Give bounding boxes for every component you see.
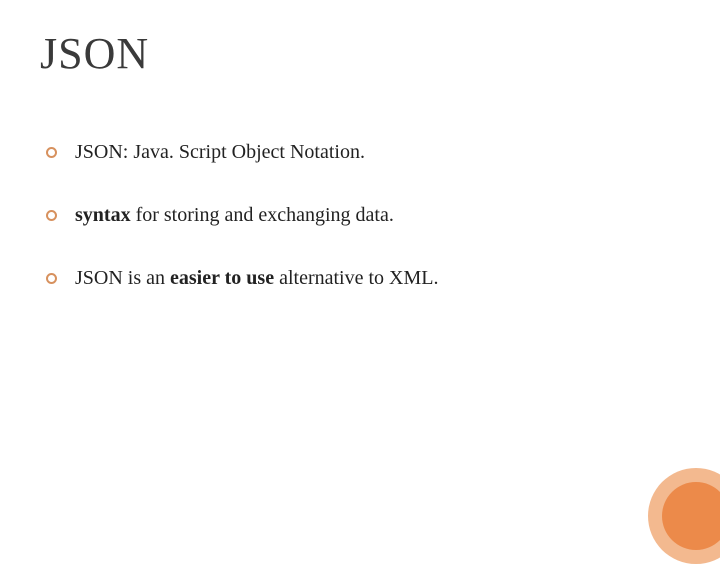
list-item: JSON: Java. Script Object Notation. — [46, 139, 680, 166]
bullet-list: JSON: Java. Script Object Notation. synt… — [46, 139, 680, 292]
list-item: JSON is an easier to use alternative to … — [46, 265, 680, 292]
bullet-ring-icon — [46, 147, 57, 158]
bullet-text: JSON: Java. Script Object Notation. — [75, 139, 365, 166]
slide: JSON JSON: Java. Script Object Notation.… — [0, 0, 720, 540]
bullet-ring-icon — [46, 273, 57, 284]
bullet-text: JSON is an easier to use alternative to … — [75, 265, 438, 292]
bullet-text: syntax for storing and exchanging data. — [75, 202, 394, 229]
slide-title: JSON — [40, 28, 680, 79]
bullet-ring-icon — [46, 210, 57, 221]
list-item: syntax for storing and exchanging data. — [46, 202, 680, 229]
